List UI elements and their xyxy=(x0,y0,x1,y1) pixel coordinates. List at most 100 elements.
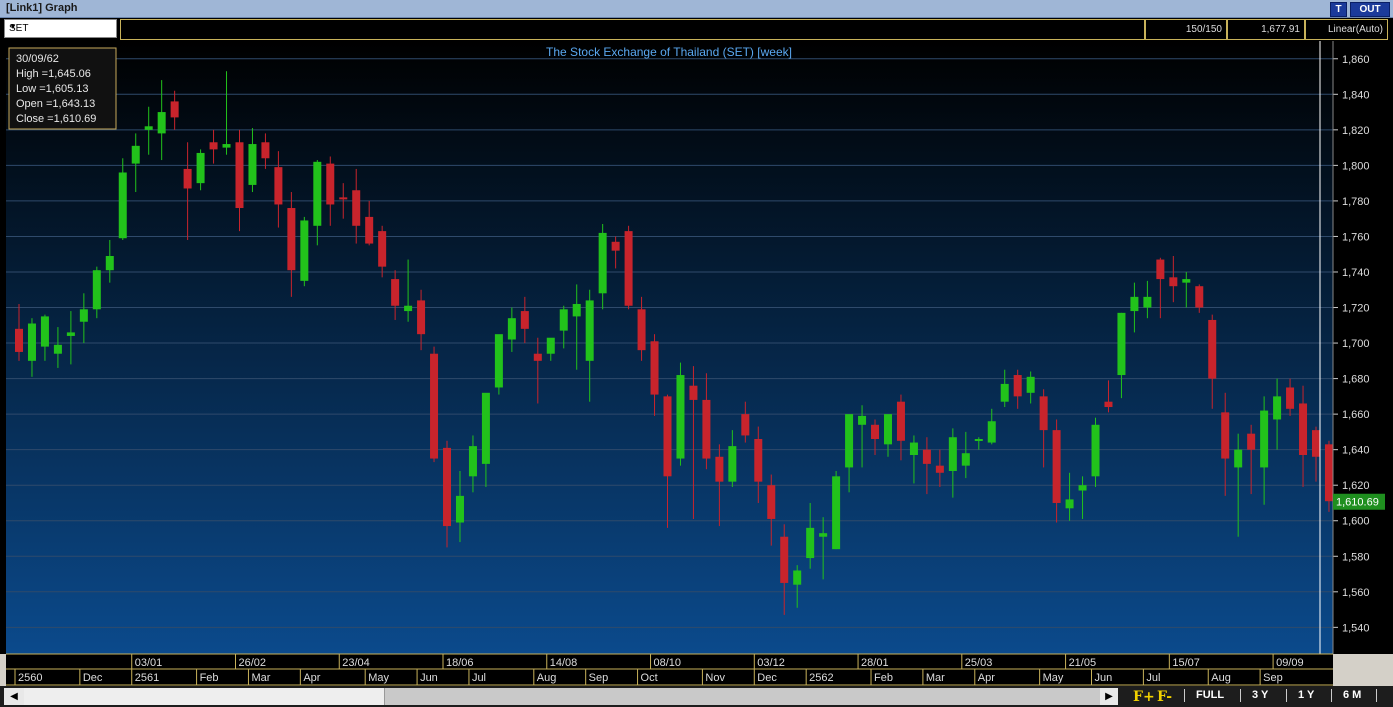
candle-body xyxy=(40,316,49,347)
candle-body xyxy=(1143,296,1152,308)
range-full-button[interactable]: FULL xyxy=(1196,689,1224,701)
divider xyxy=(1286,689,1287,702)
candle-body xyxy=(430,353,439,459)
candle-body xyxy=(559,309,568,331)
month-label: 2562 xyxy=(809,672,833,684)
candle-body xyxy=(274,167,283,205)
candle-body xyxy=(715,456,724,482)
date-label: 14/08 xyxy=(550,657,578,669)
candle-body xyxy=(845,414,854,468)
candle-body xyxy=(15,328,23,352)
candle-body xyxy=(676,375,685,459)
candle-body xyxy=(1091,424,1100,477)
y-tick-label: 1,760 xyxy=(1342,231,1370,243)
candle-body xyxy=(468,446,477,477)
candle-body xyxy=(1117,312,1126,376)
candle-body xyxy=(1156,259,1165,280)
candle-body xyxy=(871,424,880,440)
candle-body xyxy=(365,216,374,244)
y-tick-label: 1,660 xyxy=(1342,409,1370,421)
candle-body xyxy=(806,527,815,559)
y-tick-label: 1,840 xyxy=(1342,89,1370,101)
candle-body xyxy=(1312,430,1320,457)
y-tick-label: 1,860 xyxy=(1342,54,1370,66)
date-label: 09/09 xyxy=(1276,657,1304,669)
candle-body xyxy=(650,341,659,395)
date-label: 18/06 xyxy=(446,657,474,669)
candle-body xyxy=(728,446,737,482)
scroll-right-button[interactable]: ▶ xyxy=(1100,688,1118,705)
candle-body xyxy=(702,399,711,459)
font-increase-button[interactable]: F+ xyxy=(1133,689,1155,705)
candle-body xyxy=(1078,485,1087,491)
month-label: Sep xyxy=(1263,672,1283,684)
month-label: Feb xyxy=(874,672,893,684)
month-label: Dec xyxy=(83,672,103,684)
candle-body xyxy=(507,318,516,340)
candle-body xyxy=(1052,430,1061,503)
candle-body xyxy=(144,126,153,130)
candle-body xyxy=(248,144,257,185)
month-label: 2561 xyxy=(135,672,159,684)
candle-body xyxy=(1234,449,1243,468)
month-label: Feb xyxy=(200,672,219,684)
candle-body xyxy=(131,145,140,164)
candle-body xyxy=(1130,296,1139,312)
y-tick-label: 1,780 xyxy=(1342,196,1370,208)
candle-body xyxy=(1169,277,1178,287)
candle-body xyxy=(339,197,348,200)
scale-mode[interactable]: Linear(Auto) xyxy=(1305,19,1388,40)
date-label: 15/07 xyxy=(1172,657,1200,669)
candle-body xyxy=(883,414,892,445)
candle-body xyxy=(533,353,542,361)
candle-body xyxy=(819,533,828,537)
bottom-bar: ◀ ▶ F+ F- FULL 3 Y 1 Y 6 M xyxy=(0,686,1393,707)
range-1y-button[interactable]: 1 Y xyxy=(1298,689,1314,701)
candle-body xyxy=(1026,376,1035,393)
info-date: 30/09/62 xyxy=(16,53,59,65)
candle-body xyxy=(1208,319,1217,379)
candle-body xyxy=(909,442,918,455)
chevron-down-icon[interactable]: ▼ xyxy=(9,22,112,31)
candle-body xyxy=(222,144,231,148)
date-label: 28/01 xyxy=(861,657,889,669)
info-open: Open =1,643.13 xyxy=(16,98,95,110)
candle-body xyxy=(494,334,503,388)
scroll-left-button[interactable]: ◀ xyxy=(4,688,24,705)
candle-body xyxy=(624,231,633,306)
y-tick-label: 1,740 xyxy=(1342,267,1370,279)
y-tick-label: 1,800 xyxy=(1342,160,1370,172)
symbol-select[interactable]: SET ▼ xyxy=(4,19,117,38)
divider xyxy=(1184,689,1185,702)
out-button[interactable]: OUT xyxy=(1350,2,1390,17)
month-label: Nov xyxy=(705,672,725,684)
candle-body xyxy=(1195,286,1204,308)
t-button[interactable]: T xyxy=(1330,2,1347,17)
candle-body xyxy=(585,300,594,361)
candle-body xyxy=(118,172,127,239)
chart-area[interactable]: 1,540 1,560 1,580 1,600 1,620 1,640 1,660 1,680… xyxy=(0,41,1393,686)
date-label: 03/01 xyxy=(135,657,163,669)
date-axis: 03/01 26/02 23/04 18/06 14/08 08/10 03/12 28/01… xyxy=(6,653,1333,686)
toolbar-empty-field xyxy=(120,19,1145,40)
candle-body xyxy=(261,142,270,159)
candle-body xyxy=(572,303,581,317)
y-tick-label: 1,720 xyxy=(1342,303,1370,315)
candle-body xyxy=(935,465,944,473)
candle-body xyxy=(1286,387,1295,409)
scroll-thumb[interactable] xyxy=(384,688,1101,705)
candle-body xyxy=(391,279,400,306)
candle-body xyxy=(663,396,672,477)
candle-body xyxy=(235,142,244,209)
candle-body xyxy=(1182,279,1191,283)
candle-body xyxy=(92,270,101,310)
range-3y-button[interactable]: 3 Y xyxy=(1252,689,1268,701)
range-6m-button[interactable]: 6 M xyxy=(1343,689,1361,701)
candle-body xyxy=(455,495,464,523)
info-high: High =1,645.06 xyxy=(16,68,91,80)
font-decrease-button[interactable]: F- xyxy=(1157,689,1172,705)
date-label: 03/12 xyxy=(757,657,785,669)
chart-title: The Stock Exchange of Thailand (SET) [we… xyxy=(546,45,792,59)
candlestick-chart: 1,540 1,560 1,580 1,600 1,620 1,640 1,660 1,680… xyxy=(6,41,1393,686)
bar-count: 150/150 xyxy=(1145,19,1227,40)
